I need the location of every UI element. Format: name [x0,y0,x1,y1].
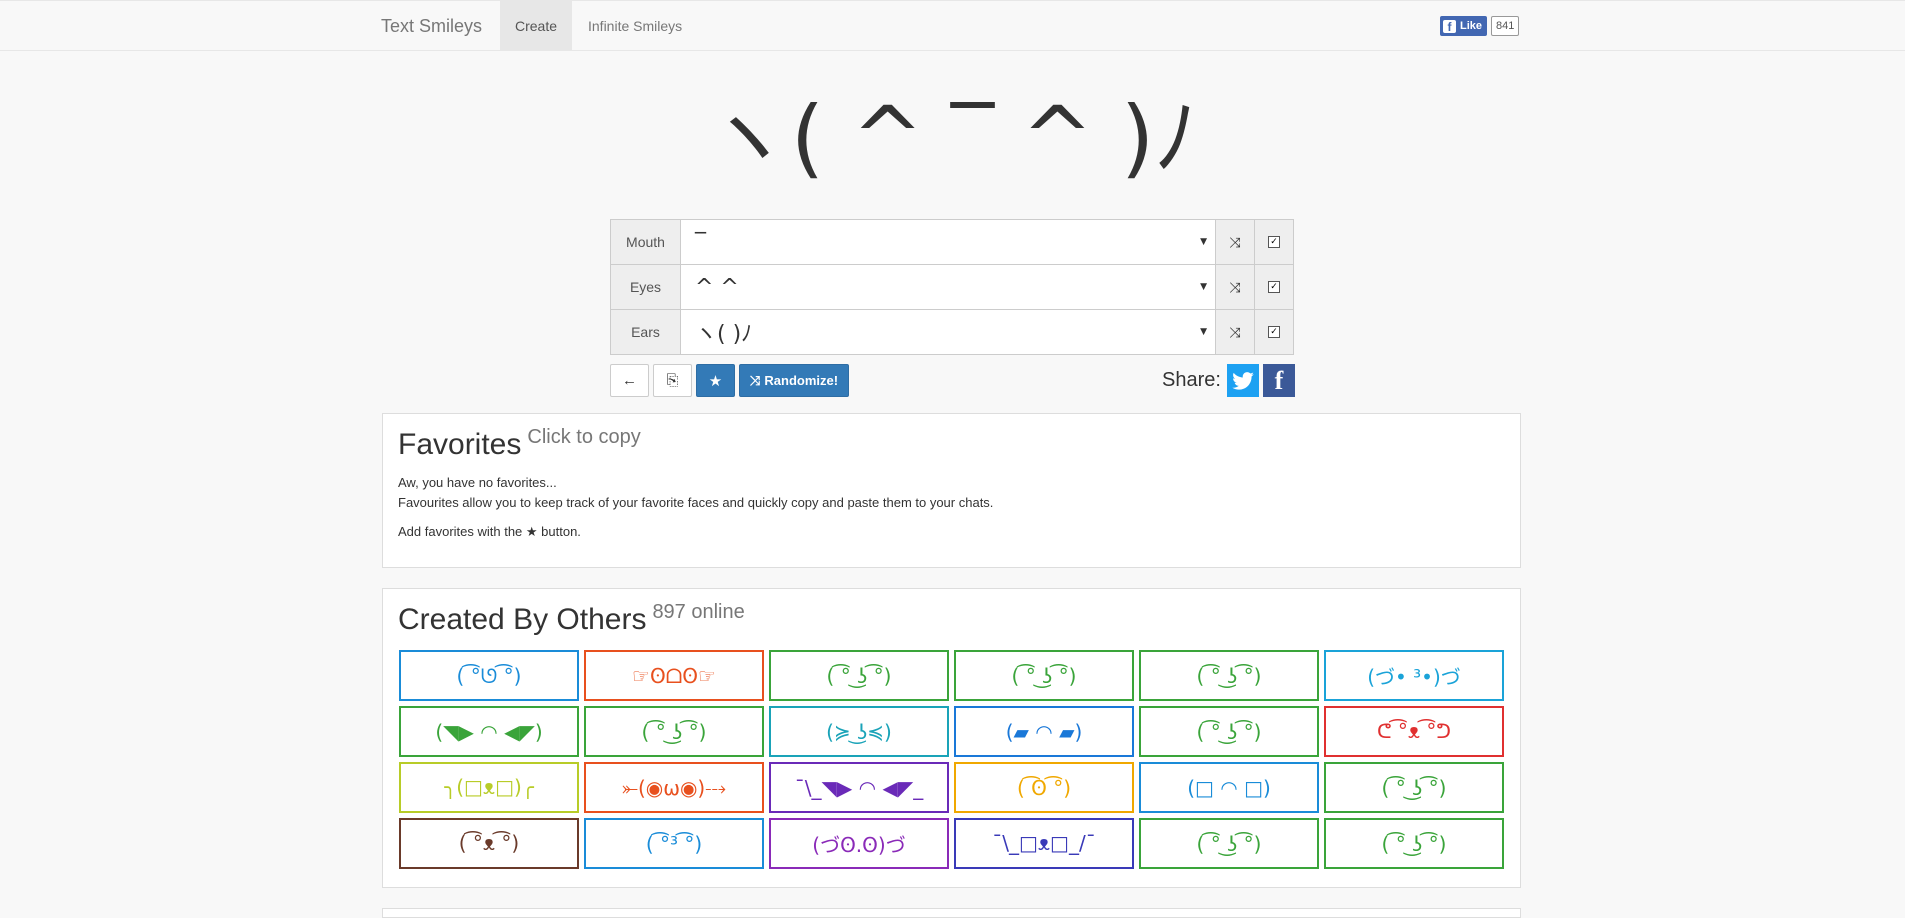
ears-shuffle-button[interactable]: ⤨ [1215,310,1254,354]
favorites-add-hint: Add favorites with the ★ button. [398,524,581,539]
others-heading: Created By Others 897 online [398,601,745,637]
shuffle-icon: ⤨ [750,372,761,388]
smiley-tile[interactable]: (◥▶ ◠ ◀◤) [399,706,579,757]
smiley-tile[interactable]: ( ͡° ͜ʖ ͡°) [954,650,1134,701]
ears-row: Ears ヽ( )ﾉ ▼ ⤨ ✓ [611,310,1293,354]
favorites-title: Favorites [398,428,522,461]
favorites-subtitle: Click to copy [527,426,641,448]
smiley-tile[interactable]: (づ• ³•)づ [1324,650,1504,701]
mouth-shuffle-button[interactable]: ⤨ [1215,220,1254,264]
copy-button[interactable]: ⎘ [653,364,692,397]
smiley-tile[interactable]: ᕦ ͡°ᴥ ͡°ᕤ [1324,706,1504,757]
ears-select[interactable]: ヽ( )ﾉ ▼ [681,310,1215,354]
randomize-button[interactable]: ⤨ Randomize! [739,364,850,397]
smiley-tile[interactable]: ¯\_□ᴥ□_/¯ [954,818,1134,869]
mouth-label: Mouth [611,220,681,264]
smiley-tile[interactable]: ( ͡°ᘎ ͡°) [399,650,579,701]
smiley-tile[interactable]: ( ͡° ͜ʖ ͡°) [584,706,764,757]
eyes-lock-toggle[interactable]: ✓ [1254,265,1293,309]
smiley-tile[interactable]: ╮(□ᴥ□)╭ [399,762,579,813]
online-count: 897 online [652,601,745,623]
facebook-like-count: 841 [1491,16,1520,36]
smiley-grid: ( ͡°ᘎ ͡°) ☞ʘᗝʘ☞( ͡° ͜ʖ ͡°)( ͡° ͜ʖ ͡°)( ͡°… [399,650,1504,869]
share-bar: Share: f [1162,364,1295,397]
checkbox-checked-icon: ✓ [1268,281,1280,293]
twitter-icon [1232,371,1254,390]
mouth-lock-toggle[interactable]: ✓ [1254,220,1293,264]
smiley-tile[interactable]: (▰ ◠ ▰) [954,706,1134,757]
mouth-value: ‾ [695,229,706,255]
shuffle-icon: ⤨ [1229,278,1241,295]
smiley-tile[interactable]: (≽ ͜ʖ≼) [769,706,949,757]
mouth-row: Mouth ‾ ▼ ⤨ ✓ [611,220,1293,265]
created-by-others-panel: Created By Others 897 online ( ͡°ᘎ ͡°) ☞ʘᗝ… [382,588,1521,888]
share-label: Share: [1162,369,1221,391]
smiley-tile[interactable]: ( ͡°³ ͡°) [584,818,764,869]
copy-icon: ⎘ [666,372,679,389]
action-toolbar: ← ⎘ ★ ⤨ Randomize! [610,364,850,397]
eyes-select[interactable]: ^ ^ ▼ [681,265,1215,309]
caret-down-icon: ▼ [1200,282,1207,292]
nav-infinite-smileys[interactable]: Infinite Smileys [573,1,697,50]
smiley-tile[interactable]: ( ͡° ͜ʖ ͡°) [1139,706,1319,757]
favorites-empty-text: Aw, you have no favorites... [398,475,557,490]
arrow-left-icon: ← [622,372,637,389]
mouth-select[interactable]: ‾ ▼ [681,220,1215,264]
smiley-tile[interactable]: ¯\_◥▶ ◠ ◀◤_ [769,762,949,813]
favorite-button[interactable]: ★ [696,364,735,397]
smiley-tile[interactable]: ⤜(◉ω◉)⤏ [584,762,764,813]
smiley-tile[interactable]: ☞ʘᗝʘ☞ [584,650,764,701]
others-title: Created By Others [398,603,647,636]
ears-lock-toggle[interactable]: ✓ [1254,310,1293,354]
twitter-share-button[interactable] [1226,364,1259,397]
smiley-tile[interactable]: ( ͡° ͜ʖ ͡°) [1139,650,1319,701]
eyes-row: Eyes ^ ^ ▼ ⤨ ✓ [611,265,1293,310]
ears-label: Ears [611,310,681,354]
favorites-heading: Favorites Click to copy [398,426,641,462]
shuffle-icon: ⤨ [1229,233,1241,250]
back-button[interactable]: ← [610,364,649,397]
favorites-help-text: Favourites allow you to keep track of yo… [398,495,994,510]
ears-value: ヽ( )ﾉ [695,322,753,347]
facebook-like-widget: f Like 841 [1440,16,1520,36]
smiley-tile[interactable]: (づʘ.ʘ)づ [769,818,949,869]
smiley-tile[interactable]: ( ͡° ͜ʖ ͡°) [1139,818,1319,869]
checkbox-checked-icon: ✓ [1268,326,1280,338]
facebook-icon: f [1443,19,1456,34]
navbar: Text Smileys Create Infinite Smileys f L… [0,0,1905,51]
facebook-like-button[interactable]: f Like [1440,16,1488,36]
eyes-shuffle-button[interactable]: ⤨ [1215,265,1254,309]
star-icon: ★ [708,372,723,390]
favorites-panel: Favorites Click to copy Aw, you have no f… [382,413,1521,568]
brand-link[interactable]: Text Smileys [381,16,482,37]
smiley-tile[interactable]: ( ͡°ᴥ ͡°) [399,818,579,869]
current-smiley[interactable]: ヽ( ^ ‾ ^ )ﾉ [381,88,1521,188]
smiley-tile[interactable]: ( ͡° ͜ʖ ͡°) [769,650,949,701]
eyes-value: ^ ^ [695,274,739,300]
facebook-share-button[interactable]: f [1262,364,1295,397]
randomize-label: Randomize! [764,373,839,388]
checkbox-checked-icon: ✓ [1268,236,1280,248]
next-panel [382,908,1521,918]
facebook-icon: f [1274,365,1284,395]
smiley-builder: Mouth ‾ ▼ ⤨ ✓ Eyes ^ ^ ▼ ⤨ ✓ Ears ヽ( )ﾉ … [610,219,1294,355]
smiley-tile[interactable]: ( ͡ʘ ͡°) [954,762,1134,813]
facebook-like-label: Like [1460,20,1483,32]
caret-down-icon: ▼ [1200,327,1207,337]
eyes-label: Eyes [611,265,681,309]
smiley-tile[interactable]: ( ͡° ͜ʖ ͡°) [1324,762,1504,813]
nav-create[interactable]: Create [500,1,573,50]
smiley-tile[interactable]: (□ ◠ □) [1139,762,1319,813]
shuffle-icon: ⤨ [1229,323,1241,340]
smiley-tile[interactable]: ( ͡° ͜ʖ ͡°) [1324,818,1504,869]
caret-down-icon: ▼ [1200,237,1207,247]
